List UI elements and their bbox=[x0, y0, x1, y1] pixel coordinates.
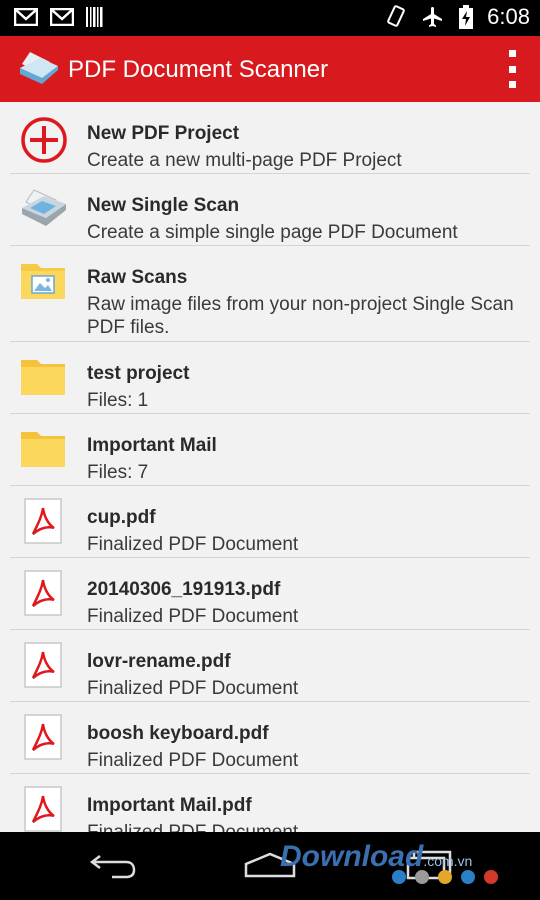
item-title: Important Mail bbox=[87, 435, 217, 456]
watermark-suffix: .com.vn bbox=[423, 853, 473, 869]
item-subtitle: Finalized PDF Document bbox=[87, 606, 299, 627]
list-item-new-pdf-project[interactable]: New PDF Project Create a new multi-page … bbox=[10, 102, 530, 174]
overflow-menu-button[interactable] bbox=[504, 50, 520, 88]
item-title: New PDF Project bbox=[87, 123, 240, 144]
pdf-file-icon bbox=[24, 570, 62, 616]
dot bbox=[438, 870, 452, 884]
item-subtitle: Finalized PDF Document bbox=[87, 534, 299, 555]
file-list[interactable]: New PDF Project Create a new multi-page … bbox=[0, 102, 540, 832]
dot bbox=[415, 870, 429, 884]
app-title: PDF Document Scanner bbox=[68, 56, 329, 83]
item-title: lovr-rename.pdf bbox=[87, 651, 231, 672]
item-subtitle: Files: 1 bbox=[87, 390, 149, 411]
item-title: boosh keyboard.pdf bbox=[87, 723, 269, 744]
image-folder-icon bbox=[21, 264, 65, 299]
item-title: Raw Scans bbox=[87, 267, 188, 288]
item-subtitle: Finalized PDF Document bbox=[87, 750, 299, 771]
folder-icon bbox=[21, 432, 65, 467]
pdf-file-icon bbox=[24, 714, 62, 760]
item-title: New Single Scan bbox=[87, 195, 240, 216]
item-title: 20140306_191913.pdf bbox=[87, 579, 281, 600]
status-bar: 6:08 bbox=[0, 0, 540, 36]
list-item-pdf[interactable]: boosh keyboard.pdf Finalized PDF Documen… bbox=[10, 702, 530, 774]
watermark-main: Download bbox=[280, 840, 424, 873]
list-item-pdf[interactable]: Important Mail.pdf Finalized PDF Documen… bbox=[10, 774, 530, 832]
item-subtitle: Finalized PDF Document bbox=[87, 821, 298, 832]
folder-icon bbox=[21, 360, 65, 395]
gmail-icon bbox=[50, 8, 74, 26]
system-icons: 6:08 bbox=[385, 4, 530, 30]
pdf-file-icon bbox=[24, 642, 62, 688]
menu-dot bbox=[508, 65, 516, 73]
airplane-icon bbox=[423, 7, 443, 27]
menu-dot bbox=[508, 50, 516, 57]
item-subtitle: Create a simple single page PDF Document bbox=[87, 222, 458, 243]
watermark: Download.com.vn bbox=[280, 840, 472, 874]
rotate-icon bbox=[387, 5, 406, 27]
item-title: test project bbox=[87, 363, 190, 384]
pdf-file-icon bbox=[24, 498, 62, 544]
list-item-pdf[interactable]: cup.pdf Finalized PDF Document bbox=[10, 486, 530, 558]
list-item-pdf[interactable]: lovr-rename.pdf Finalized PDF Document bbox=[10, 630, 530, 702]
dot bbox=[461, 870, 475, 884]
app-bar: PDF Document Scanner bbox=[0, 36, 540, 102]
watermark-dots bbox=[392, 870, 498, 884]
list-item-pdf[interactable]: 20140306_191913.pdf Finalized PDF Docume… bbox=[10, 558, 530, 630]
list-item-new-single-scan[interactable]: New Single Scan Create a simple single p… bbox=[10, 174, 530, 246]
pdf-file-icon bbox=[24, 786, 62, 832]
notification-icons bbox=[14, 7, 104, 27]
list-item-folder[interactable]: test project Files: 1 bbox=[10, 342, 530, 414]
menu-dot bbox=[508, 81, 516, 88]
item-subtitle: Files: 7 bbox=[87, 462, 149, 483]
item-title: cup.pdf bbox=[87, 507, 156, 528]
list-item-folder[interactable]: Important Mail Files: 7 bbox=[10, 414, 530, 486]
app-logo-icon bbox=[20, 52, 58, 84]
dot bbox=[484, 870, 498, 884]
item-title: Important Mail.pdf bbox=[87, 795, 252, 816]
dot bbox=[392, 870, 406, 884]
scanner-icon bbox=[22, 189, 66, 226]
item-subtitle: Raw image files from your non-project Si… bbox=[87, 294, 514, 338]
battery-charging-icon bbox=[459, 5, 474, 29]
add-circle-icon bbox=[21, 117, 67, 163]
barcode-icon bbox=[86, 7, 103, 27]
back-button[interactable] bbox=[88, 850, 138, 880]
list-item-raw-scans[interactable]: Raw Scans Raw image files from your non-… bbox=[10, 246, 530, 342]
gmail-icon bbox=[14, 8, 38, 26]
item-subtitle: Finalized PDF Document bbox=[87, 678, 299, 699]
clock: 6:08 bbox=[487, 4, 530, 29]
item-subtitle: Create a new multi-page PDF Project bbox=[87, 150, 402, 171]
